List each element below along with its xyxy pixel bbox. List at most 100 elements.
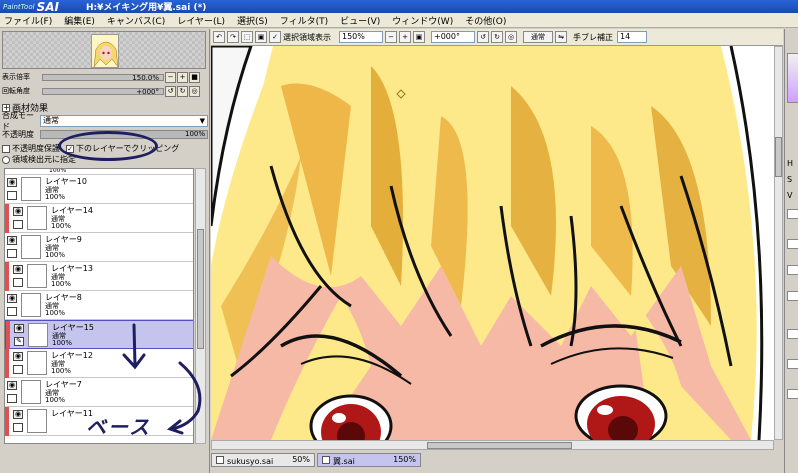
tool-slot-4[interactable] [787, 329, 798, 339]
clipping-indicator [5, 407, 9, 436]
selection-source-row[interactable]: 領域検出元に指定 [2, 154, 76, 165]
layer-lock-icon[interactable] [13, 423, 23, 432]
preserve-opacity-checkbox[interactable] [2, 144, 10, 153]
layer-row[interactable]: ◉ レイヤー10 通常 100% [5, 175, 193, 204]
tool-slot-5[interactable] [787, 359, 798, 369]
zoom-out-icon[interactable]: − [385, 31, 397, 43]
stabilizer-label: 手ブレ補正 [573, 32, 613, 42]
layer-lock-icon[interactable] [13, 365, 23, 374]
layer-row[interactable]: ◉ レイヤー13 通常 100% [5, 262, 193, 291]
flip-horizontal-icon[interactable]: ⇋ [555, 31, 567, 43]
visibility-eye-icon[interactable]: ◉ [13, 410, 23, 419]
rotate-reset-icon[interactable]: ◎ [189, 85, 200, 97]
hue-label: H [787, 159, 794, 168]
menu-edit[interactable]: 編集(E) [64, 14, 95, 27]
visibility-eye-icon[interactable]: ◉ [13, 207, 23, 216]
show-selection-checkbox[interactable]: ✓ [269, 31, 281, 43]
layer-thumbnail [27, 264, 47, 288]
tool-slot-1[interactable] [787, 239, 798, 249]
window-title: H:¥メイキング用¥翼.sai (*) [86, 3, 207, 13]
tool-slot-6[interactable] [787, 389, 798, 399]
color-wheel-partial[interactable] [787, 53, 798, 103]
visibility-eye-icon[interactable]: ◉ [13, 265, 23, 274]
layer-thumbnail [21, 235, 41, 259]
zoom-reset-button[interactable]: ■ [189, 71, 200, 83]
canvas-horizontal-scroll-thumb[interactable] [427, 442, 572, 449]
visibility-eye-icon[interactable]: ◉ [7, 294, 17, 303]
zoom-in-icon[interactable]: + [399, 31, 411, 43]
canvas-vertical-scroll-thumb[interactable] [775, 137, 782, 177]
zoom-plus-button[interactable]: + [177, 71, 188, 83]
menu-canvas[interactable]: キャンバス(C) [107, 14, 165, 27]
menu-view[interactable]: ビュー(V) [340, 14, 380, 27]
tool-slot-2[interactable] [787, 265, 798, 275]
undo-icon[interactable]: ↶ [213, 31, 225, 43]
layer-thumbnail [21, 177, 41, 201]
clipping-indicator [5, 204, 9, 233]
layer-lock-icon[interactable] [7, 307, 17, 316]
menu-window[interactable]: ウィンドウ(W) [392, 14, 453, 27]
invert-selection-icon[interactable]: ▣ [255, 31, 267, 43]
blend-mode-select[interactable]: 通常 [40, 115, 208, 127]
show-selection-label: 選択領域表示 [283, 32, 331, 42]
document-icon [216, 456, 224, 464]
document-tab-bar: sukusyo.sai 50% 翼.sai 150% [211, 451, 783, 473]
color-swatch[interactable] [787, 209, 798, 219]
visibility-eye-icon[interactable]: ◉ [7, 236, 17, 245]
layer-lock-icon[interactable] [7, 191, 17, 200]
canvas-artwork [211, 46, 774, 440]
layer-thumbnail [27, 409, 47, 433]
layer-lock-icon[interactable] [13, 278, 23, 287]
preserve-opacity-label: 不透明度保護 [12, 144, 60, 153]
canvas-mode-select[interactable]: 通常 [523, 31, 553, 43]
zoom-field[interactable]: 150% [339, 31, 383, 43]
rotate-right-icon[interactable]: ↻ [177, 85, 188, 97]
menu-layer[interactable]: レイヤー(L) [177, 14, 225, 27]
layer-lock-icon[interactable] [7, 249, 17, 258]
menu-other[interactable]: その他(O) [465, 14, 506, 27]
tab-sukusyo-name: sukusyo.sai [227, 457, 274, 466]
menu-filter[interactable]: フィルタ(T) [280, 14, 328, 27]
zoom-fit-icon[interactable]: ▣ [413, 31, 425, 43]
layer-opacity: 100% [45, 309, 66, 317]
layer-lock-icon[interactable] [7, 394, 17, 403]
tool-slot-3[interactable] [787, 291, 798, 301]
canvas-horizontal-scrollbar[interactable] [211, 440, 774, 450]
layer-lock-icon[interactable]: ✎ [14, 337, 24, 346]
visibility-eye-icon[interactable]: ◉ [7, 381, 17, 390]
layer-row[interactable]: ◉ レイヤー9 通常 100% [5, 233, 193, 262]
zoom-label: 表示倍率 [2, 73, 30, 81]
document-icon [322, 456, 330, 464]
navigator-preview[interactable] [2, 31, 206, 69]
angle-slider-row: 回転角度 +000° ↺ ↻ ◎ [2, 85, 208, 97]
angle-slider[interactable]: +000° [42, 87, 164, 96]
rotate-left-icon[interactable]: ↺ [165, 85, 176, 97]
preserve-opacity-row[interactable]: 不透明度保護 [2, 143, 60, 154]
menu-file[interactable]: ファイル(F) [4, 14, 52, 27]
visibility-eye-icon[interactable]: ◉ [7, 178, 17, 187]
zoom-slider[interactable]: 150.0% [42, 73, 164, 82]
layer-row[interactable]: ◉ レイヤー14 通常 100% [5, 204, 193, 233]
canvas-rotate-left-icon[interactable]: ↺ [477, 31, 489, 43]
tab-tsubasa[interactable]: 翼.sai 150% [317, 453, 421, 467]
clipping-indicator [6, 321, 10, 350]
title-bar: PaintTool SAI H:¥メイキング用¥翼.sai (*) [0, 0, 798, 14]
canvas[interactable] [211, 46, 774, 440]
layer-row[interactable]: ◉ レイヤー8 通常 100% [5, 291, 193, 320]
deselect-icon[interactable]: ⬚ [241, 31, 253, 43]
angle-field[interactable]: +000° [431, 31, 475, 43]
zoom-minus-button[interactable]: − [165, 71, 176, 83]
selection-source-radio[interactable] [2, 155, 10, 164]
visibility-eye-icon[interactable]: ◉ [13, 352, 23, 361]
visibility-eye-icon[interactable]: ◉ [14, 324, 24, 333]
navigator-thumbnail [91, 34, 119, 68]
menu-select[interactable]: 選択(S) [237, 14, 268, 27]
canvas-rotate-reset-icon[interactable]: ◎ [505, 31, 517, 43]
layer-lock-icon[interactable] [13, 220, 23, 229]
redo-icon[interactable]: ↷ [227, 31, 239, 43]
canvas-vertical-scrollbar[interactable] [774, 46, 783, 440]
tab-sukusyo[interactable]: sukusyo.sai 50% [211, 453, 315, 467]
stabilizer-field[interactable]: 14 [617, 31, 647, 43]
selection-source-label: 領域検出元に指定 [12, 155, 76, 164]
canvas-rotate-right-icon[interactable]: ↻ [491, 31, 503, 43]
